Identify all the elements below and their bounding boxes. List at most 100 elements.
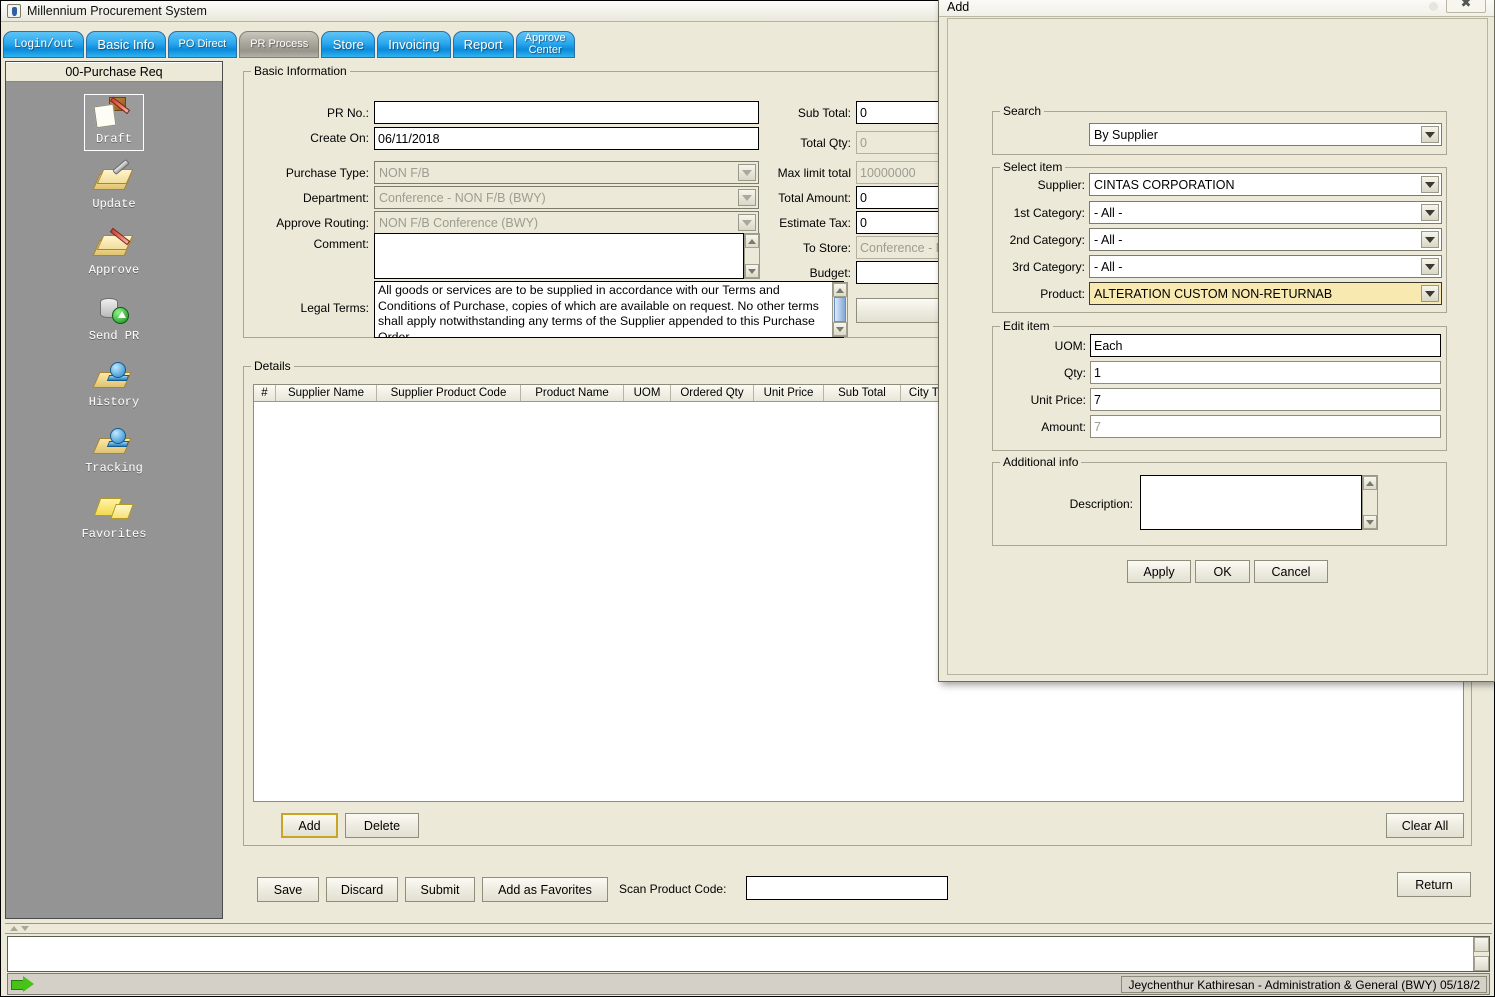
col-supplier-product-code[interactable]: Supplier Product Code: [377, 385, 521, 401]
qty-input[interactable]: [1090, 361, 1441, 384]
edit-item-legend: Edit item: [1000, 319, 1053, 333]
draft-box-document-icon: [93, 96, 134, 131]
first-category-combo[interactable]: - All -: [1089, 201, 1442, 224]
scan-product-code-input[interactable]: [746, 876, 948, 900]
scroll-down-icon[interactable]: [833, 322, 847, 336]
legal-terms-textarea[interactable]: All goods or services are to be supplied…: [374, 281, 844, 338]
save-button[interactable]: Save: [257, 877, 319, 902]
col-uom[interactable]: UOM: [624, 385, 671, 401]
add-as-favorites-button[interactable]: Add as Favorites: [482, 877, 608, 902]
budget-label: Budget:: [809, 266, 851, 280]
folder-pencil-icon: [92, 227, 134, 262]
description-textarea[interactable]: [1140, 475, 1362, 530]
search-by-combo[interactable]: By Supplier: [1089, 123, 1442, 146]
legal-terms-label: Legal Terms:: [300, 301, 369, 315]
chevron-down-icon[interactable]: [1421, 231, 1439, 248]
sidebar-item-history[interactable]: History: [6, 355, 222, 421]
sidebar-item-tracking[interactable]: Tracking: [6, 421, 222, 487]
scroll-up-icon[interactable]: [1363, 476, 1377, 490]
amount-label: Amount:: [1041, 420, 1086, 434]
sidebar-item-label: Tracking: [85, 461, 143, 475]
tab-approve-center[interactable]: Approve Center: [515, 31, 575, 58]
scroll-up-icon[interactable]: [1474, 937, 1489, 952]
col-unit-price[interactable]: Unit Price: [754, 385, 824, 401]
approve-routing-value: NON F/B Conference (BWY): [379, 215, 539, 230]
second-category-label: 2nd Category:: [1009, 233, 1085, 247]
select-item-legend: Select item: [1000, 160, 1066, 174]
clear-all-button[interactable]: Clear All: [1386, 813, 1464, 838]
sidebar-item-send-pr[interactable]: Send PR: [6, 289, 222, 355]
add-button[interactable]: Add: [281, 813, 338, 838]
apply-button[interactable]: Apply: [1127, 560, 1191, 583]
supplier-value: CINTAS CORPORATION: [1094, 177, 1235, 192]
col-product-name[interactable]: Product Name: [521, 385, 624, 401]
dialog-minimize-icon[interactable]: [1429, 2, 1438, 11]
scroll-down-icon[interactable]: [1363, 515, 1377, 529]
unit-price-input[interactable]: [1090, 388, 1441, 411]
third-category-combo[interactable]: - All -: [1089, 255, 1442, 278]
chevron-down-icon[interactable]: [1421, 126, 1439, 143]
total-amount-label: Total Amount:: [778, 191, 851, 205]
details-legend: Details: [251, 359, 294, 373]
comment-textarea[interactable]: [374, 233, 744, 279]
tab-pr-process[interactable]: PR Process: [239, 31, 320, 58]
log-panel[interactable]: [7, 936, 1490, 972]
tab-basic-info[interactable]: Basic Info: [86, 31, 166, 58]
sub-total-label: Sub Total:: [797, 106, 851, 120]
sidebar-item-favorites[interactable]: Favorites: [6, 487, 222, 553]
tab-report[interactable]: Report: [452, 31, 514, 58]
description-label: Description:: [1069, 497, 1133, 511]
tab-invoicing[interactable]: Invoicing: [377, 31, 451, 58]
database-upload-icon: [94, 294, 134, 328]
sidebar-item-update[interactable]: Update: [6, 157, 222, 223]
sidebar-items: Draft Update Approve Send PR History Tra…: [6, 82, 222, 553]
uom-input[interactable]: [1090, 334, 1441, 357]
second-category-combo[interactable]: - All -: [1089, 228, 1442, 251]
scroll-up-icon[interactable]: [833, 283, 847, 297]
search-legend: Search: [1000, 104, 1045, 118]
pr-no-input[interactable]: [374, 101, 759, 124]
legal-terms-scrollbar[interactable]: [832, 282, 848, 337]
dialog-titlebar: Add: [939, 0, 1494, 17]
purchase-type-combo[interactable]: NON F/B: [374, 161, 759, 184]
log-panel-scrollbar[interactable]: [1473, 937, 1489, 971]
scroll-thumb[interactable]: [834, 297, 846, 322]
scroll-down-icon[interactable]: [1474, 956, 1489, 971]
tab-login-out[interactable]: Login/out: [3, 31, 85, 58]
supplier-combo[interactable]: CINTAS CORPORATION: [1089, 173, 1442, 196]
col-sub-total[interactable]: Sub Total: [824, 385, 901, 401]
search-by-value: By Supplier: [1094, 127, 1158, 142]
select-item-group: Select item Supplier: CINTAS CORPORATION…: [992, 160, 1447, 313]
chevron-down-icon[interactable]: [1421, 285, 1439, 302]
tab-label: Invoicing: [388, 36, 440, 52]
create-on-input[interactable]: [374, 127, 759, 150]
delete-button[interactable]: Delete: [345, 813, 419, 838]
approve-routing-label: Approve Routing:: [276, 216, 369, 230]
approve-routing-combo[interactable]: NON F/B Conference (BWY): [374, 211, 759, 234]
close-icon[interactable]: ✖: [1446, 0, 1486, 13]
sidebar-item-approve[interactable]: Approve: [6, 223, 222, 289]
chevron-down-icon[interactable]: [1421, 204, 1439, 221]
sidebar-item-draft[interactable]: Draft: [6, 91, 222, 157]
col-number[interactable]: #: [254, 385, 276, 401]
search-group: Search By Supplier: [992, 104, 1447, 155]
description-scrollbar[interactable]: [1362, 475, 1378, 530]
ok-button[interactable]: OK: [1195, 560, 1250, 583]
tab-po-direct[interactable]: PO Direct: [167, 31, 238, 58]
department-combo[interactable]: Conference - NON F/B (BWY): [374, 186, 759, 209]
product-combo[interactable]: ALTERATION CUSTOM NON-RETURNAB: [1089, 282, 1442, 305]
status-bar: Jeychenthur Kathiresan - Administration …: [7, 973, 1490, 995]
splitter-up-icon[interactable]: [10, 926, 18, 931]
splitter-down-icon[interactable]: [21, 926, 29, 931]
chevron-down-icon[interactable]: [1421, 258, 1439, 275]
return-button[interactable]: Return: [1397, 872, 1471, 897]
pr-no-label: PR No.:: [326, 106, 369, 120]
chevron-down-icon[interactable]: [1421, 176, 1439, 193]
col-ordered-qty[interactable]: Ordered Qty: [671, 385, 754, 401]
submit-button[interactable]: Submit: [405, 877, 475, 902]
discard-button[interactable]: Discard: [326, 877, 398, 902]
cancel-button[interactable]: Cancel: [1254, 560, 1328, 583]
tab-store[interactable]: Store: [321, 31, 376, 58]
panel-splitter[interactable]: [5, 923, 1492, 934]
col-supplier-name[interactable]: Supplier Name: [276, 385, 377, 401]
